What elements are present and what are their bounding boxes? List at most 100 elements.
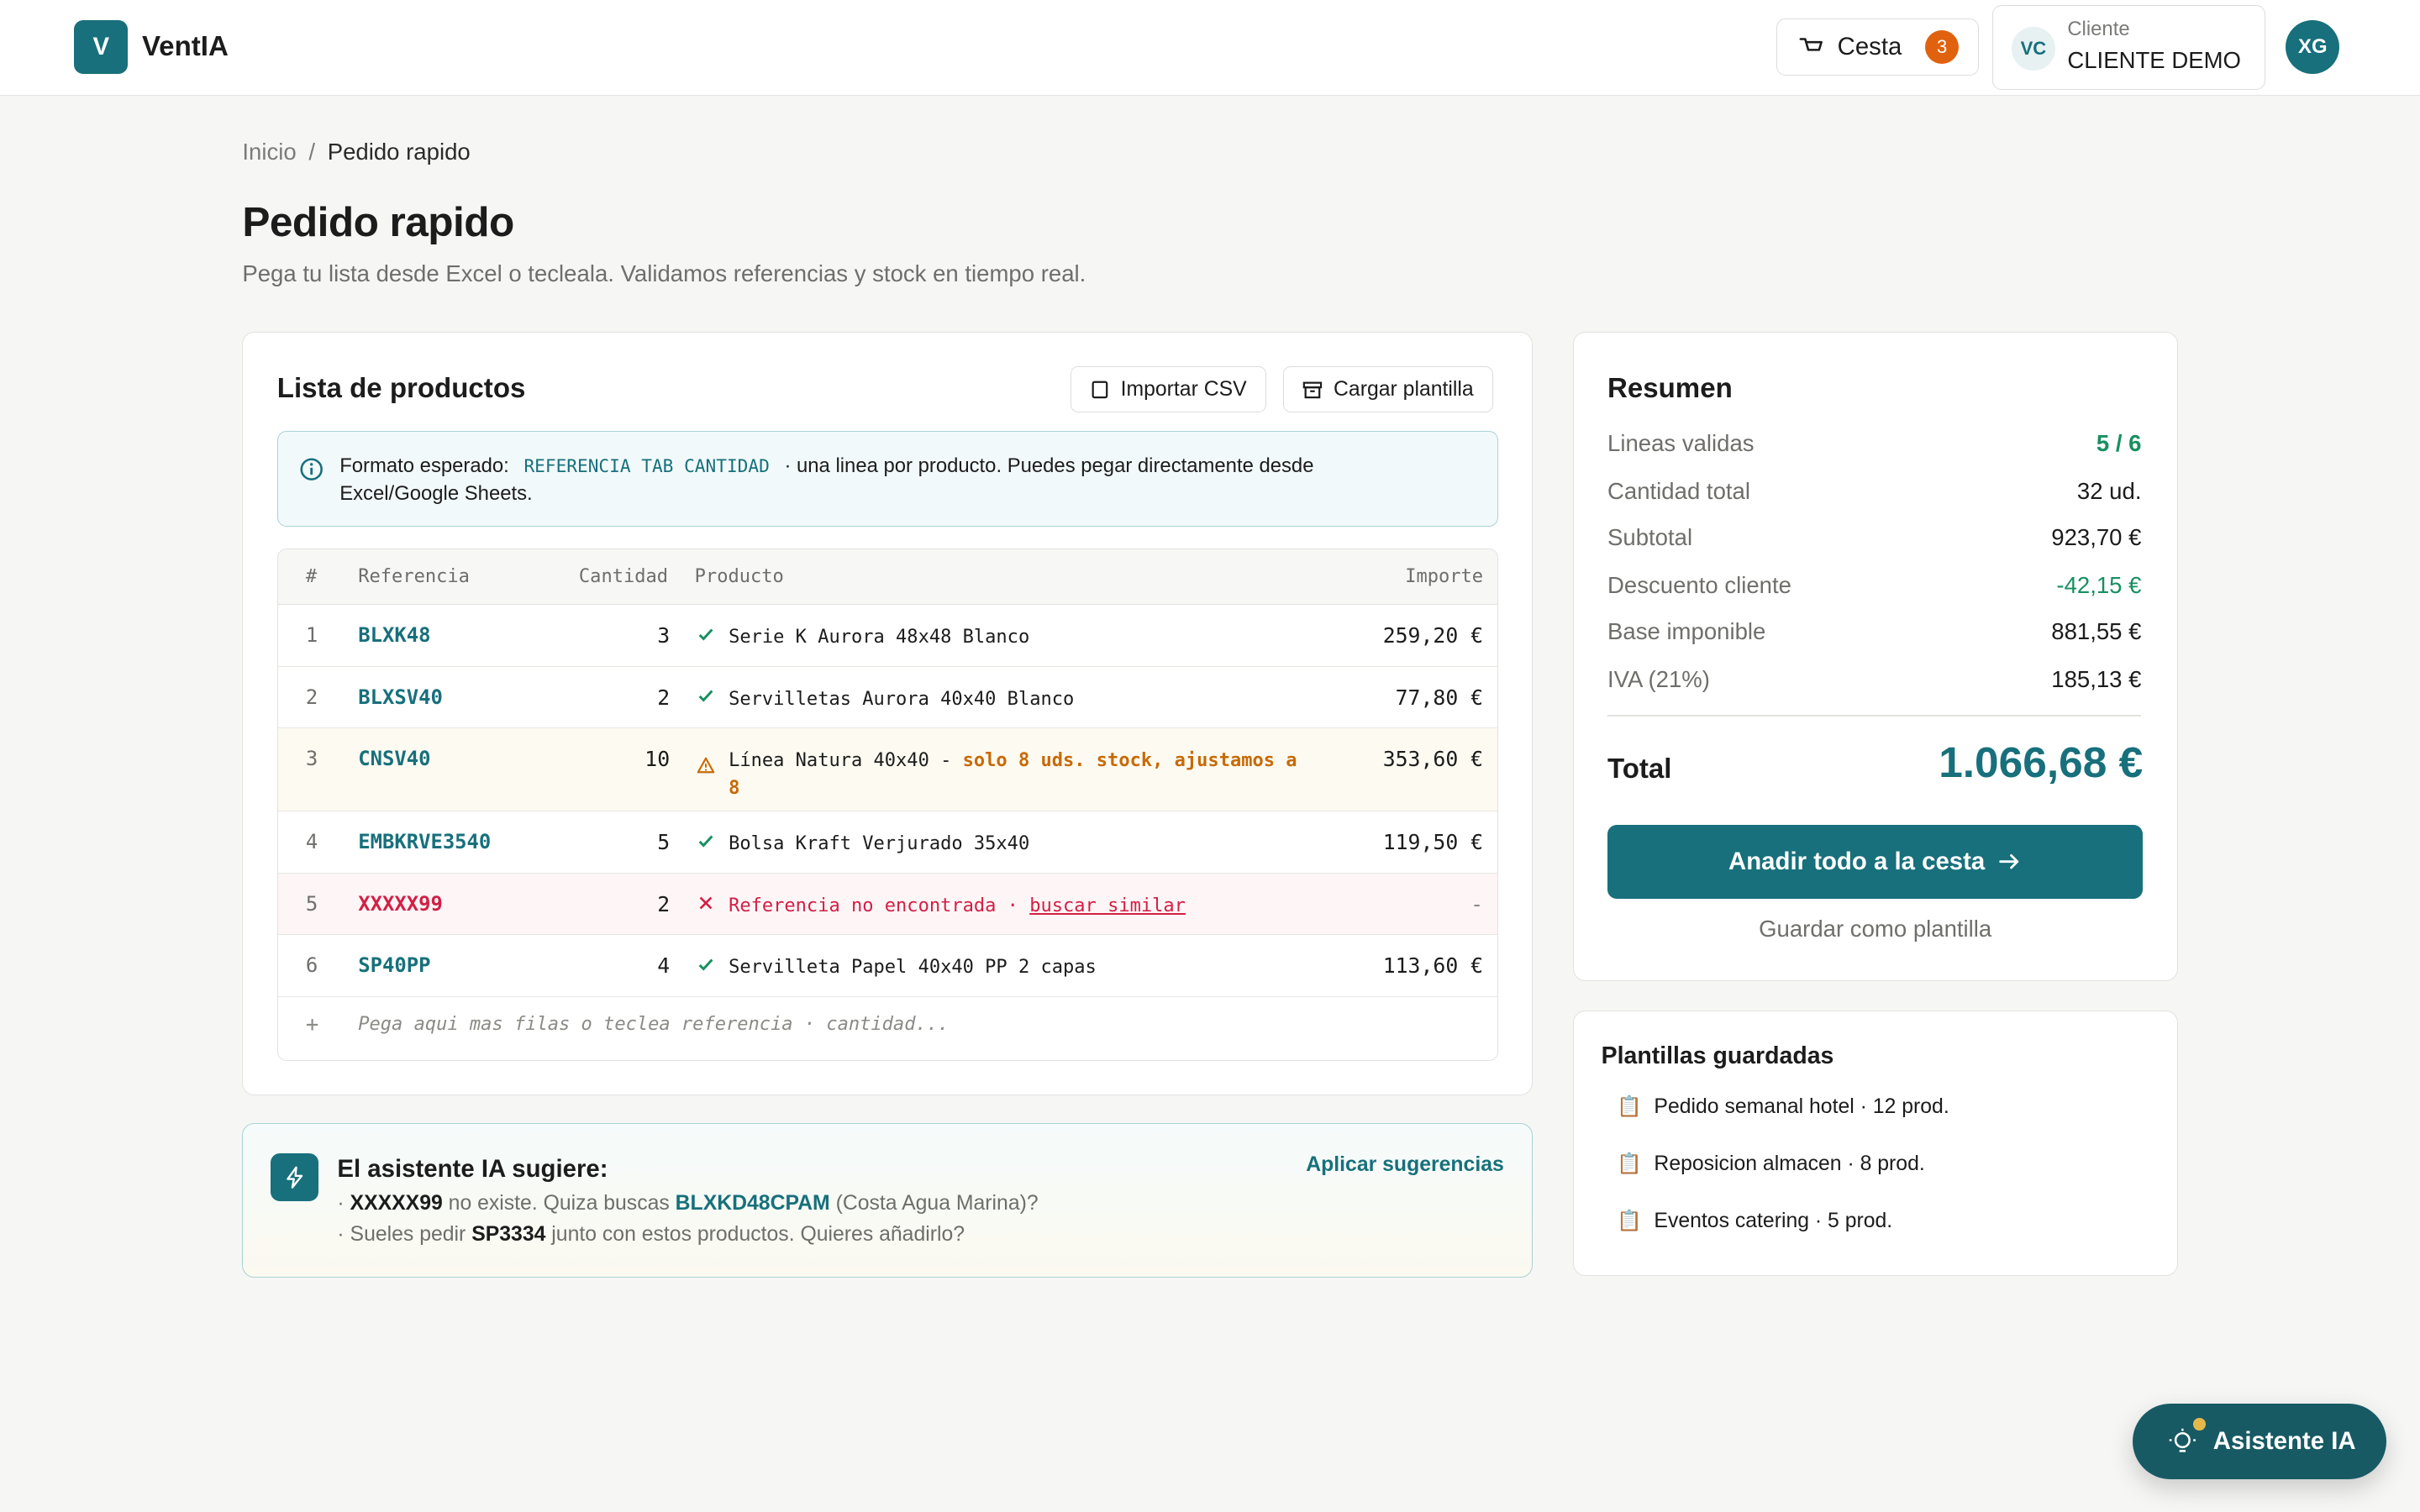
cart-icon [1799, 38, 1823, 51]
row-ref[interactable]: EMBKRVE3540 [358, 830, 491, 853]
page-title: Pedido rapido [242, 198, 514, 246]
summary-value: 185,13 € [2051, 665, 2142, 692]
products-table: # Referencia Cantidad Producto Importe 1… [276, 549, 1498, 1061]
summary-row-subtotal: Subtotal 923,70 € [1607, 524, 2141, 551]
row-product: Serie K Aurora 48x48 Blanco [729, 627, 1030, 648]
summary-value: 923,70 € [2051, 523, 2142, 550]
row-ref[interactable]: XXXXX99 [358, 892, 443, 916]
row-qty[interactable]: 2 [657, 685, 670, 710]
client-selector[interactable]: VC Cliente CLIENTE DEMO [1992, 4, 2266, 90]
template-label: Reposicion almacen · 8 prod. [1654, 1152, 1925, 1175]
summary-label: IVA (21%) [1607, 665, 1710, 692]
template-item[interactable]: 📋 Reposicion almacen · 8 prod. [1617, 1152, 1925, 1176]
client-avatar: VC [2012, 27, 2055, 71]
ai-assistant-button[interactable]: Asistente IA [2133, 1404, 2386, 1480]
row-ref[interactable]: BLXK48 [358, 623, 430, 647]
row-qty[interactable]: 4 [657, 953, 670, 978]
summary-row-discount: Descuento cliente -42,15 € [1607, 572, 2141, 599]
cart-button[interactable]: Cesta 3 [1776, 18, 1979, 76]
row-product: Servilletas Aurora 40x40 Blanco [729, 688, 1075, 710]
summary-value: 881,55 € [2051, 617, 2142, 644]
row-product: Servilleta Papel 40x40 PP 2 capas [729, 957, 1097, 979]
row-num: 5 [305, 891, 318, 916]
add-row-placeholder: Pega aqui mas filas o teclea referencia … [358, 1013, 950, 1035]
row-amount: - [1470, 891, 1484, 916]
summary-row-quantity: Cantidad total 32 ud. [1607, 478, 2141, 505]
import-csv-label: Importar CSV [1120, 377, 1247, 401]
saved-templates-card: Plantillas guardadas 📋 Pedido semanal ho… [1572, 1011, 2178, 1276]
ai-suggested-ref[interactable]: SP3334 [471, 1223, 545, 1246]
row-amount: 77,80 € [1395, 685, 1484, 710]
lightbulb-icon [2169, 1428, 2196, 1452]
load-template-button[interactable]: Cargar plantilla [1283, 366, 1493, 413]
cart-label: Cesta [1837, 33, 1902, 60]
row-qty[interactable]: 2 [657, 892, 670, 916]
ai-suggestion-2: · Sueles pedir SP3334 junto con estos pr… [337, 1223, 965, 1247]
ai-alt-ref-link[interactable]: BLXKD48CPAM [676, 1192, 830, 1215]
table-row[interactable]: 5 XXXXX99 2 Referencia no encontrada · b… [277, 873, 1497, 936]
load-template-label: Cargar plantilla [1334, 377, 1474, 401]
summary-value: -42,15 € [2056, 571, 2142, 598]
add-all-label: Anadir todo a la cesta [1728, 847, 1986, 875]
check-icon [698, 835, 713, 848]
row-qty[interactable]: 3 [657, 623, 670, 648]
ai-missing-ref: XXXXX99 [350, 1191, 443, 1215]
user-avatar[interactable]: XG [2286, 19, 2340, 75]
save-as-template-link[interactable]: Guardar como plantilla [1607, 916, 2143, 942]
top-bar: V VentIA Cesta 3 VC Cliente CLIENTE DEMO… [0, 0, 2420, 96]
products-title: Lista de productos [276, 372, 526, 404]
total-label: Total [1607, 753, 1672, 785]
summary-divider [1607, 715, 2142, 717]
logo[interactable]: V [74, 19, 129, 75]
add-row-input[interactable]: + Pega aqui mas filas o teclea referenci… [278, 997, 1497, 1056]
table-row[interactable]: 4 EMBKRVE3540 5 Bolsa Kraft Verjurado 35… [277, 811, 1497, 874]
row-product: Referencia no encontrada · buscar simila… [729, 892, 1315, 920]
row-product: Bolsa Kraft Verjurado 35x40 [729, 833, 1030, 855]
col-ref: Referencia [358, 566, 470, 588]
summary-label: Subtotal [1607, 523, 1693, 550]
summary-label: Descuento cliente [1607, 571, 1791, 598]
apply-suggestions-link[interactable]: Aplicar sugerencias [1306, 1153, 1504, 1177]
col-qty: Cantidad [578, 566, 669, 588]
row-amount: 259,20 € [1382, 623, 1484, 648]
import-csv-button[interactable]: Importar CSV [1070, 366, 1266, 413]
summary-title: Resumen [1607, 372, 1733, 404]
row-qty[interactable]: 10 [644, 747, 670, 771]
col-product: Producto [694, 566, 784, 588]
bullet: · [337, 1191, 345, 1215]
table-row[interactable]: 1 BLXK48 3 Serie K Aurora 48x48 Blanco 2… [277, 605, 1497, 667]
table-row[interactable]: 3 CNSV40 10 Línea Natura 40x40 - solo 8 … [277, 728, 1497, 812]
breadcrumb: Inicio / Pedido rapido [242, 139, 470, 165]
summary-card: Resumen Lineas validas 5 / 6 Cantidad to… [1572, 331, 2178, 982]
summary-row-vat: IVA (21%) 185,13 € [1607, 666, 2141, 693]
format-code: REFERENCIA TAB CANTIDAD [523, 455, 770, 477]
check-icon [698, 628, 713, 641]
row-ref[interactable]: SP40PP [358, 953, 430, 977]
ai-line2-pre: Sueles pedir [350, 1222, 466, 1246]
summary-label: Base imponible [1607, 617, 1766, 644]
search-similar-link[interactable]: buscar similar [1029, 895, 1186, 916]
row-ref[interactable]: BLXSV40 [358, 685, 443, 709]
file-icon [1092, 381, 1108, 399]
row-amount: 353,60 € [1382, 747, 1484, 772]
clipboard-icon: 📋 [1617, 1210, 1642, 1233]
breadcrumb-home[interactable]: Inicio [242, 139, 296, 165]
table-row[interactable]: 6 SP40PP 4 Servilleta Papel 40x40 PP 2 c… [277, 935, 1497, 997]
table-row[interactable]: 2 BLXSV40 2 Servilletas Aurora 40x40 Bla… [277, 667, 1497, 729]
template-item[interactable]: 📋 Pedido semanal hotel · 12 prod. [1617, 1095, 1949, 1119]
client-name: CLIENTE DEMO [2067, 47, 2241, 74]
cart-count-badge: 3 [1924, 29, 1960, 65]
clipboard-icon: 📋 [1617, 1095, 1642, 1119]
products-card: Lista de productos Importar CSV Cargar p… [242, 331, 1533, 1096]
row-qty[interactable]: 5 [657, 830, 670, 854]
error-x-icon [699, 896, 712, 909]
add-all-to-cart-button[interactable]: Anadir todo a la cesta [1607, 824, 2144, 899]
app-name: VentIA [141, 30, 229, 62]
row-amount: 113,60 € [1382, 953, 1484, 979]
arrow-right-icon [1999, 854, 2019, 869]
template-item[interactable]: 📋 Eventos catering · 5 prod. [1617, 1209, 1892, 1233]
ai-line1-tail: (Costa Agua Marina)? [835, 1191, 1039, 1215]
summary-row-valid-lines: Lineas validas 5 / 6 [1607, 430, 2141, 457]
row-ref[interactable]: CNSV40 [358, 747, 430, 770]
lightning-icon [271, 1153, 319, 1201]
